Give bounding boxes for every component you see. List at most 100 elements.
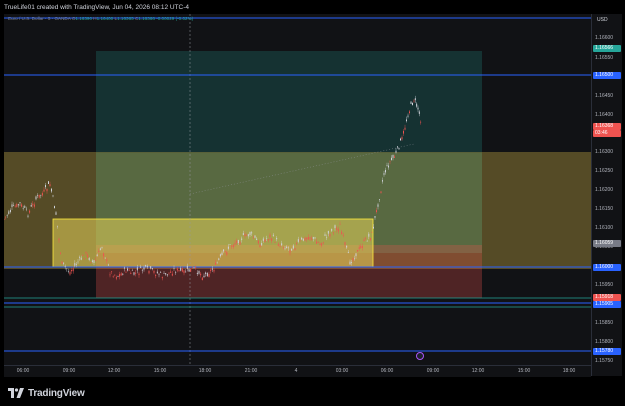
candle-body	[85, 252, 87, 254]
candle-body	[352, 258, 354, 261]
candle-body	[63, 262, 65, 264]
candle-body	[112, 276, 114, 278]
symbol-legend: Euro / U.S. Dollar · 5 · OANDA O1.16390 …	[8, 15, 193, 23]
candle-body	[130, 272, 132, 274]
candle-body	[175, 272, 177, 273]
candle-body	[274, 242, 276, 243]
candle-body	[38, 194, 40, 198]
candle-body	[388, 165, 389, 168]
consolidation-box[interactable]	[52, 218, 374, 268]
candle-body	[156, 271, 158, 274]
candle-body	[150, 266, 152, 269]
candle-body	[236, 240, 238, 243]
price-tick: 1.15800	[595, 339, 614, 345]
candle-body	[17, 204, 19, 206]
candle-body	[307, 236, 309, 240]
candle-body	[32, 203, 34, 206]
profit-zone[interactable]	[96, 51, 482, 153]
time-tick: 15:00	[517, 368, 531, 374]
chart-pane[interactable]: Euro / U.S. Dollar · 5 · OANDA O1.16390 …	[4, 14, 591, 376]
price-label-level: 1.16000	[593, 264, 621, 271]
candle-body	[95, 260, 97, 261]
candle-body	[247, 234, 249, 237]
time-tick: 06:00	[380, 368, 394, 374]
candle-body	[357, 250, 359, 252]
candle-body	[25, 208, 27, 210]
candle-body	[201, 277, 203, 281]
candle-body	[163, 273, 165, 274]
candle-body	[420, 121, 422, 123]
candle-body	[336, 227, 338, 230]
price-label-level: 1.15905	[593, 301, 621, 308]
candle-body	[331, 229, 333, 231]
candle-body	[271, 238, 273, 241]
candle-body	[43, 189, 45, 192]
candle-body	[326, 237, 328, 238]
time-tick: 12:00	[107, 368, 121, 374]
high-value: 1.16400	[96, 16, 114, 21]
candle-body	[185, 271, 187, 273]
candle-body	[334, 225, 336, 229]
candle-body	[373, 226, 374, 229]
candle-body	[383, 173, 385, 175]
time-tick: 18:00	[562, 368, 576, 374]
candle-body	[267, 239, 269, 241]
chart-canvas[interactable]	[4, 14, 591, 376]
candle-body	[61, 261, 63, 264]
price-tick: 1.16200	[595, 187, 614, 193]
candle-body	[74, 263, 76, 266]
screenshot-frame: TrueLife01 created with TradingView, Jun…	[0, 0, 625, 406]
candle-body	[40, 194, 42, 196]
price-tick: 1.16150	[595, 206, 614, 212]
candle-body	[24, 206, 26, 208]
candle-body	[170, 271, 172, 273]
candle-body	[302, 238, 304, 241]
price-tick: 1.16300	[595, 149, 614, 155]
candle-body	[409, 111, 410, 114]
candle-body	[413, 100, 415, 102]
candle-body	[249, 232, 251, 236]
candle-body	[289, 250, 291, 253]
price-label-target: 1.16566	[593, 45, 621, 52]
candle-body	[91, 260, 93, 262]
candle-body	[198, 270, 200, 274]
candle-body	[376, 210, 377, 212]
candle-body	[327, 230, 329, 234]
candle-body	[272, 234, 274, 236]
candle-body	[284, 248, 286, 250]
candle-body	[403, 130, 404, 134]
candle-body	[324, 234, 326, 236]
candle-body	[224, 250, 226, 252]
candle-body	[264, 239, 266, 243]
candle-body	[241, 238, 243, 240]
candle-body	[379, 199, 380, 200]
candle-body	[98, 250, 100, 253]
currency-label[interactable]: USD	[597, 17, 608, 23]
candle-body	[286, 246, 288, 249]
candle-body	[244, 234, 246, 237]
candle-body	[231, 245, 233, 247]
candle-body	[72, 268, 74, 272]
candle-body	[392, 154, 394, 158]
candle-body	[316, 241, 318, 244]
candle-body	[13, 205, 15, 206]
price-label-entry: 1.16059	[593, 240, 621, 247]
footer-strip	[0, 378, 625, 406]
candle-body	[54, 206, 55, 209]
candle-body	[266, 238, 268, 239]
candle-body	[195, 267, 197, 268]
goto-realtime-button[interactable]	[416, 352, 424, 360]
candle-body	[329, 234, 331, 237]
open-value: 1.16390	[75, 16, 93, 21]
candle-body	[354, 258, 355, 260]
candle-body	[153, 270, 155, 273]
price-axis[interactable]: USD 1.16600 1.16550 1.16450 1.16400 1.16…	[591, 14, 622, 376]
candle-body	[145, 265, 147, 267]
candle-body	[183, 270, 185, 274]
time-axis[interactable]: 06:00 09:00 12:00 15:00 18:00 21:00 4 03…	[4, 365, 591, 377]
price-label-level: 1.16500	[593, 72, 621, 79]
candle-body	[369, 238, 371, 240]
candle-body	[151, 268, 153, 270]
candle-body	[135, 272, 137, 274]
candle-body	[416, 103, 418, 107]
